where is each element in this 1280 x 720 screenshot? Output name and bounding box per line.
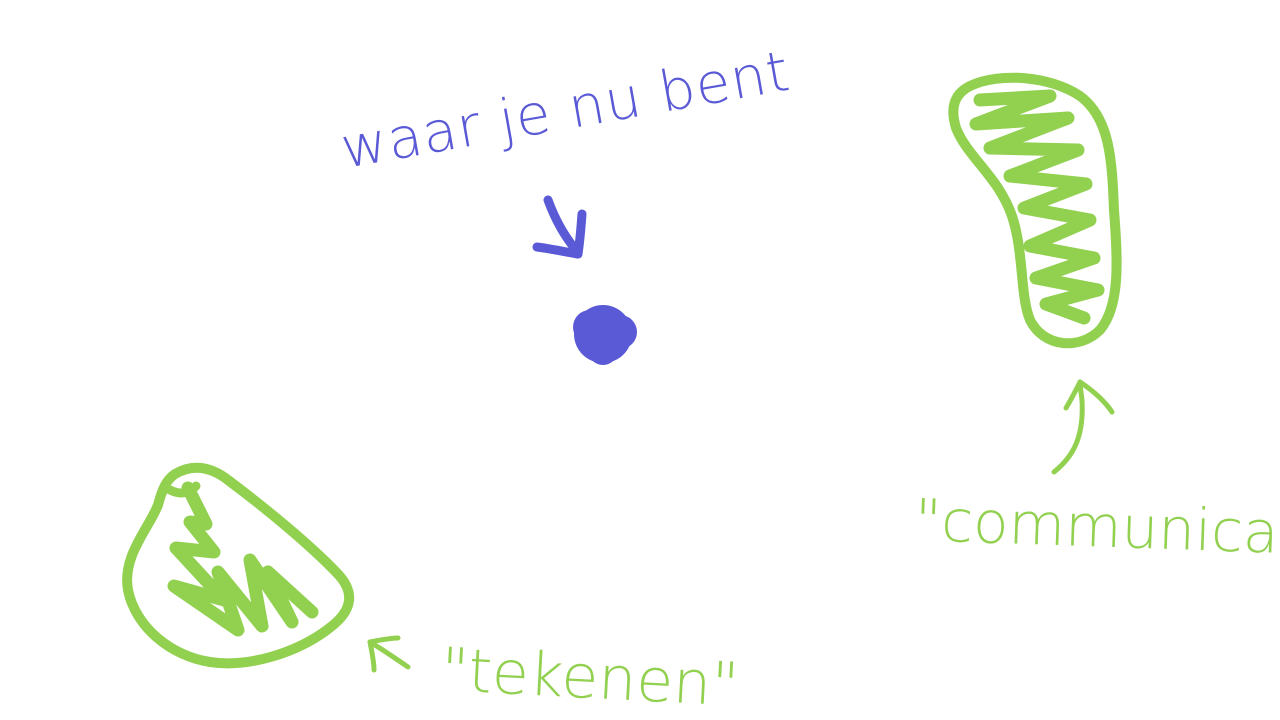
current-location-label: waar je nu bent xyxy=(336,39,795,182)
current-location-arrow xyxy=(532,195,587,259)
communication-label: "communicatie" xyxy=(914,486,1280,570)
sketch-drawing: waar je nu bent "tekenen" "communicatie" xyxy=(122,39,1280,720)
drawing-label: "tekenen" xyxy=(439,635,740,720)
drawing-label-arrow xyxy=(367,635,411,673)
communication-area-shape xyxy=(948,72,1122,349)
drawing-area-shape xyxy=(122,462,355,669)
sketch-canvas: waar je nu bent "tekenen" "communicatie" xyxy=(0,0,1280,720)
current-location-dot xyxy=(573,305,637,365)
communication-label-arrow xyxy=(1051,379,1115,475)
